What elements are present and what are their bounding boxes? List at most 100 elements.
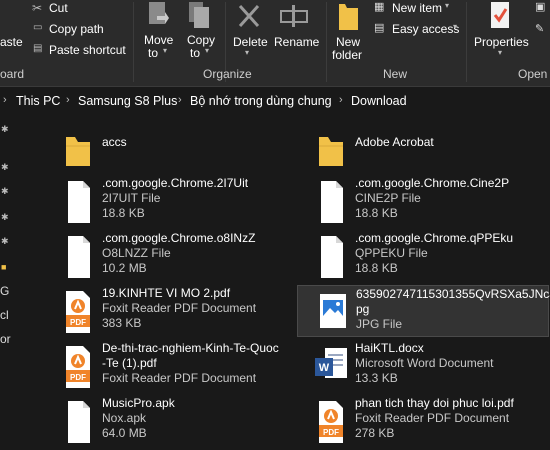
breadcrumb-internal-storage[interactable]: Bộ nhớ trong dùng chung bbox=[190, 94, 332, 108]
delete-button[interactable]: Delete ▾ bbox=[228, 0, 270, 62]
image-file-icon bbox=[310, 288, 354, 336]
chevron-down-icon: ▾ bbox=[163, 46, 168, 55]
paste-shortcut-button[interactable]: ▤ Paste shortcut bbox=[32, 42, 132, 60]
generic-file-icon bbox=[309, 232, 353, 280]
properties-icon bbox=[491, 2, 509, 28]
folder-item[interactable]: accs bbox=[56, 124, 306, 172]
generic-file-icon bbox=[56, 177, 100, 225]
open-button[interactable]: ▣ bbox=[535, 0, 550, 18]
properties-label: Properties bbox=[474, 35, 529, 49]
file-size: Foxit Reader PDF Document bbox=[102, 371, 257, 385]
pin-icon[interactable]: ✱ bbox=[1, 186, 9, 197]
properties-button[interactable]: Properties ▾ bbox=[472, 0, 530, 62]
new-item-button[interactable]: ▦ New item ▾ bbox=[372, 0, 458, 18]
address-bar[interactable]: › This PC › Samsung S8 Plus › Bộ nhớ tro… bbox=[0, 90, 550, 112]
ribbon: aste ✂ Cut ▭ Copy path ▤ Paste shortcut … bbox=[0, 0, 550, 87]
folder-item[interactable]: Adobe Acrobat bbox=[309, 124, 550, 172]
file-name: phan tich thay doi phuc loi.pdf bbox=[355, 396, 514, 410]
pin-icon[interactable]: ✱ bbox=[1, 124, 9, 135]
new-folder-icon bbox=[339, 4, 358, 30]
file-type: 2I7UIT File bbox=[102, 191, 161, 205]
file-size: 18.8 KB bbox=[355, 261, 398, 275]
chevron-down-icon: ▾ bbox=[498, 48, 503, 57]
copy-path-button[interactable]: ▭ Copy path bbox=[32, 21, 132, 39]
move-to-label: Move bbox=[144, 33, 174, 47]
copy-to-label: Copy bbox=[187, 33, 216, 47]
file-item[interactable]: .com.google.Chrome.qPPEku QPPEKU File 18.8… bbox=[309, 231, 550, 280]
easy-access-icon: ▤ bbox=[374, 22, 385, 34]
new-item-icon: ▦ bbox=[374, 1, 385, 13]
file-name: HaiKTL.docx bbox=[355, 341, 424, 355]
chevron-down-icon: ▾ bbox=[453, 22, 458, 31]
file-item[interactable]: PDF De-thi-trac-nghiem-Kinh-Te-Quoc -Te (1… bbox=[56, 341, 306, 390]
easy-access-label: Easy access bbox=[392, 22, 460, 36]
chevron-down-icon: ▾ bbox=[245, 48, 250, 57]
file-item[interactable]: MusicPro.apk Nox.apk 64.0 MB bbox=[56, 396, 306, 445]
file-size: 10.2 MB bbox=[102, 261, 147, 275]
pin-icon[interactable]: ✱ bbox=[1, 236, 9, 247]
new-folder-label-2: folder bbox=[332, 48, 363, 62]
nav-item[interactable]: or bbox=[0, 332, 11, 346]
breadcrumb-samsung[interactable]: Samsung S8 Plus bbox=[78, 94, 177, 108]
delete-label: Delete bbox=[233, 35, 268, 49]
chevron-right-icon: › bbox=[178, 94, 182, 106]
move-to-button[interactable]: Move to ▾ bbox=[139, 0, 177, 62]
ribbon-divider bbox=[326, 2, 327, 82]
file-size: JPG File bbox=[356, 317, 403, 331]
open-icon: ▣ bbox=[535, 1, 546, 13]
chevron-down-icon: ▾ bbox=[205, 46, 210, 55]
file-type: Nox.apk bbox=[102, 411, 147, 425]
rename-icon bbox=[280, 5, 308, 27]
copy-path-label: Copy path bbox=[49, 22, 104, 36]
file-item[interactable]: .com.google.Chrome.2I7Uit 2I7UIT File 18.8… bbox=[56, 176, 306, 225]
new-folder-button[interactable]: New folder bbox=[330, 0, 370, 62]
file-item[interactable]: W HaiKTL.docx Microsoft Word Document 13.3 … bbox=[309, 341, 550, 390]
open-group-label: Open bbox=[518, 67, 548, 81]
cut-button[interactable]: ✂ Cut bbox=[32, 0, 122, 18]
file-name: .com.google.Chrome.2I7Uit bbox=[102, 176, 249, 190]
pdf-file-icon: PDF bbox=[56, 342, 100, 390]
paste-button[interactable]: aste bbox=[0, 35, 23, 49]
rename-button[interactable]: Rename bbox=[272, 0, 319, 62]
breadcrumb-this-pc[interactable]: This PC bbox=[16, 94, 60, 108]
file-item[interactable]: PDF 19.KINHTE VI MO 2.pdf Foxit Reader PDF… bbox=[56, 286, 306, 335]
pin-icon[interactable]: ✱ bbox=[1, 162, 9, 173]
edit-icon: ✎ bbox=[535, 23, 545, 35]
copy-to-label-2: to bbox=[190, 46, 201, 60]
file-name-continued: pg bbox=[356, 302, 370, 316]
folder-icon[interactable]: ■ bbox=[1, 262, 6, 272]
file-item[interactable]: .com.google.Chrome.Cine2P CINE2P File 18.8… bbox=[309, 176, 550, 225]
copy-to-button[interactable]: Copy to ▾ bbox=[181, 0, 219, 62]
breadcrumb-download[interactable]: Download bbox=[351, 94, 407, 108]
scissors-icon: ✂ bbox=[32, 1, 43, 15]
file-item[interactable]: .com.google.Chrome.o8INzZ O8LNZZ File 10.2… bbox=[56, 231, 306, 280]
file-item[interactable]: 635902747115301355QvRSXa5JNca.j pg JPG Fil… bbox=[297, 285, 550, 337]
word-document-icon: W bbox=[309, 342, 353, 390]
nav-item[interactable]: G bbox=[0, 284, 9, 298]
file-name: 635902747115301355QvRSXa5JNca.j bbox=[356, 287, 550, 301]
pin-icon[interactable]: ✱ bbox=[1, 212, 9, 223]
move-to-icon bbox=[149, 2, 169, 24]
chevron-right-icon: › bbox=[3, 94, 7, 106]
file-name: MusicPro.apk bbox=[102, 396, 175, 410]
file-item[interactable]: PDF phan tich thay doi phuc loi.pdf Foxit … bbox=[309, 396, 550, 445]
easy-access-button[interactable]: ▤ Easy access ▾ bbox=[372, 21, 468, 39]
file-type: Microsoft Word Document bbox=[355, 356, 494, 370]
navigation-pane: ✱ ✱ ✱ ✱ ✱ ■ G cl or bbox=[0, 116, 12, 450]
chevron-right-icon: › bbox=[66, 94, 70, 106]
file-size: 13.3 KB bbox=[355, 371, 398, 385]
edit-button[interactable]: ✎ bbox=[535, 22, 550, 40]
file-size: 64.0 MB bbox=[102, 426, 147, 440]
delete-x-icon bbox=[238, 4, 260, 28]
chevron-down-icon: ▾ bbox=[445, 1, 450, 10]
file-size: 18.8 KB bbox=[355, 206, 398, 220]
svg-text:W: W bbox=[319, 362, 330, 374]
file-name: .com.google.Chrome.Cine2P bbox=[355, 176, 510, 190]
copy-path-icon: ▭ bbox=[33, 22, 43, 33]
file-type: QPPEKU File bbox=[355, 246, 428, 260]
nav-item[interactable]: cl bbox=[0, 308, 9, 322]
svg-text:PDF: PDF bbox=[323, 428, 339, 437]
chevron-right-icon: › bbox=[339, 94, 343, 106]
ribbon-divider bbox=[133, 2, 134, 82]
cut-label: Cut bbox=[49, 1, 68, 15]
